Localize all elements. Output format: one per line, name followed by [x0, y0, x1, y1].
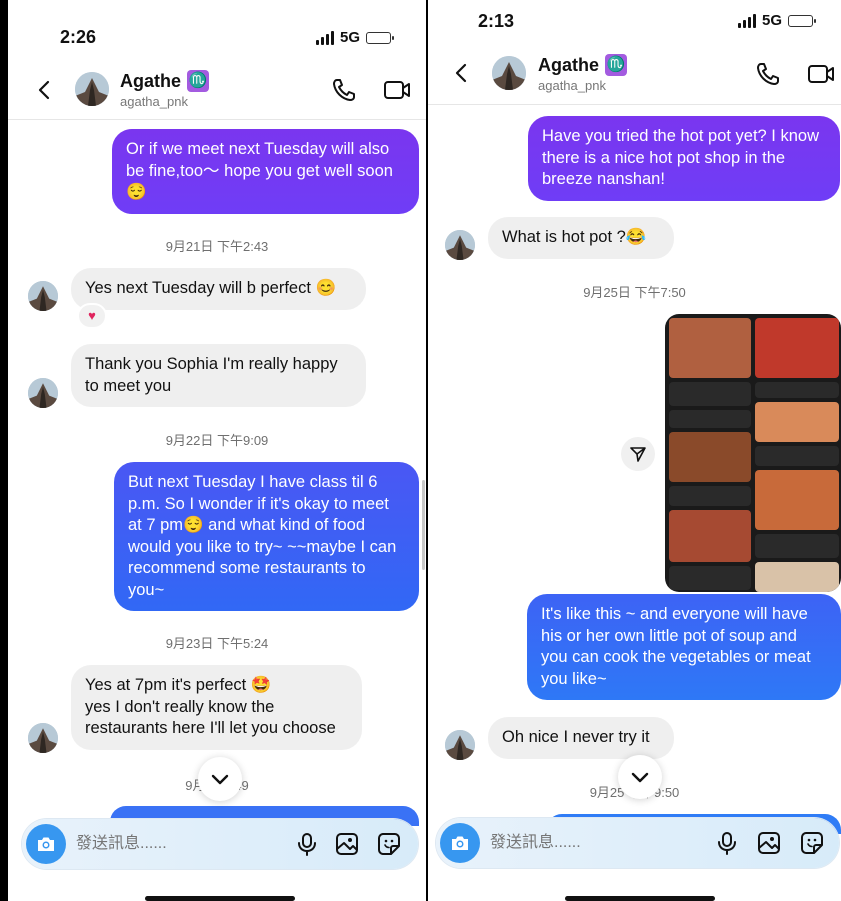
- camera-icon: [452, 836, 468, 850]
- caption-tile: [669, 486, 751, 506]
- heart-reaction[interactable]: ♥: [77, 303, 107, 329]
- signal-icon: [316, 30, 334, 45]
- food-photo-tile: [755, 470, 839, 530]
- message-composer: [22, 819, 418, 869]
- image-icon[interactable]: [334, 831, 360, 857]
- header-divider: [428, 104, 841, 105]
- food-photo-tile: [755, 318, 839, 378]
- home-indicator: [145, 896, 295, 901]
- avatar: [28, 281, 58, 311]
- caption-tile: [669, 566, 751, 590]
- chevron-left-icon[interactable]: [33, 78, 57, 102]
- avatar: [28, 723, 58, 753]
- sticker-icon[interactable]: [799, 830, 825, 856]
- message-outgoing[interactable]: But next Tuesday I have class til 6 p.m.…: [114, 462, 419, 611]
- camera-button[interactable]: [26, 824, 66, 864]
- food-photo-tile: [669, 318, 751, 378]
- video-camera-icon[interactable]: [383, 76, 411, 104]
- battery-icon: [366, 31, 395, 44]
- food-photo-tile: [755, 402, 839, 442]
- message-outgoing[interactable]: It's like this ~ and everyone will have …: [527, 594, 841, 700]
- timestamp: 9月22日 下午9:09: [165, 433, 269, 448]
- status-time: 2:13: [478, 11, 515, 31]
- phone-icon[interactable]: [754, 60, 782, 88]
- battery-icon: [788, 14, 817, 27]
- chevron-down-icon: [211, 774, 229, 785]
- sticker-icon[interactable]: [376, 831, 402, 857]
- video-camera-icon[interactable]: [807, 60, 835, 88]
- contact-name-row[interactable]: Agathe ♏: [538, 54, 628, 76]
- contact-name-row[interactable]: Agathe ♏: [120, 70, 210, 92]
- contact-name: Agathe: [120, 70, 182, 91]
- message-incoming[interactable]: Yes next Tuesday will b perfect 😊: [71, 268, 366, 310]
- camera-icon: [38, 837, 54, 851]
- message-composer: [436, 818, 839, 868]
- chevron-down-icon: [631, 772, 649, 783]
- header-divider: [8, 119, 426, 120]
- scroll-to-bottom-button[interactable]: [618, 755, 662, 799]
- chat-header: Agathe ♏ agatha_pnk: [8, 60, 426, 120]
- food-photo-tile: [669, 510, 751, 562]
- message-incoming[interactable]: Oh nice I never try it: [488, 717, 674, 759]
- food-photo-tile: [669, 432, 751, 482]
- avatar: [445, 730, 475, 760]
- image-icon[interactable]: [756, 830, 782, 856]
- phone-icon[interactable]: [330, 76, 358, 104]
- avatar: [445, 230, 475, 260]
- chevron-left-icon[interactable]: [450, 61, 474, 85]
- timestamp: 9月21日 下午2:43: [165, 239, 269, 254]
- message-incoming[interactable]: Yes at 7pm it's perfect 🤩 yes I don't re…: [71, 665, 362, 750]
- scrollbar[interactable]: [422, 480, 425, 570]
- food-photo-tile: [755, 562, 839, 592]
- avatar[interactable]: [492, 56, 526, 90]
- caption-tile: [755, 534, 839, 558]
- microphone-icon[interactable]: [294, 831, 320, 857]
- status-time: 2:26: [60, 27, 97, 47]
- status-indicators: 5G: [316, 29, 395, 46]
- timestamp: 9月25日 下午7:50: [583, 285, 686, 300]
- avatar[interactable]: [75, 72, 109, 106]
- caption-tile: [669, 410, 751, 428]
- chat-screen-right: 2:13 5G Agathe ♏ agatha_pnk Have you tri…: [428, 0, 841, 901]
- home-indicator: [565, 896, 715, 901]
- message-input[interactable]: [76, 819, 276, 869]
- message-input[interactable]: [490, 818, 690, 868]
- message-outgoing[interactable]: Or if we meet next Tuesday will also be …: [112, 129, 419, 214]
- message-incoming[interactable]: What is hot pot ?😂: [488, 217, 674, 259]
- contact-username: agatha_pnk: [120, 94, 188, 109]
- chat-screen-left: 2:26 5G Agathe ♏ agatha_pnk Or if we mee…: [8, 0, 426, 901]
- caption-tile: [755, 446, 839, 466]
- contact-username: agatha_pnk: [538, 78, 606, 93]
- send-icon: [630, 447, 646, 462]
- status-indicators: 5G: [738, 12, 817, 29]
- microphone-icon[interactable]: [714, 830, 740, 856]
- signal-icon: [738, 13, 756, 28]
- message-outgoing[interactable]: Have you tried the hot pot yet? I know t…: [528, 116, 840, 201]
- contact-name: Agathe: [538, 54, 600, 75]
- caption-tile: [755, 382, 839, 398]
- chat-header: Agathe ♏ agatha_pnk: [428, 43, 841, 103]
- message-incoming[interactable]: Thank you Sophia I'm really happy to mee…: [71, 344, 366, 407]
- zodiac-badge: ♏: [605, 54, 628, 76]
- share-button[interactable]: [621, 437, 655, 471]
- timestamp: 9月23日 下午5:24: [165, 636, 269, 651]
- caption-tile: [669, 382, 751, 406]
- network-label: 5G: [340, 29, 361, 46]
- network-label: 5G: [762, 12, 783, 29]
- camera-button[interactable]: [440, 823, 480, 863]
- shared-image[interactable]: [665, 314, 841, 592]
- scroll-to-bottom-button[interactable]: [198, 757, 242, 801]
- avatar: [28, 378, 58, 408]
- zodiac-badge: ♏: [187, 70, 210, 92]
